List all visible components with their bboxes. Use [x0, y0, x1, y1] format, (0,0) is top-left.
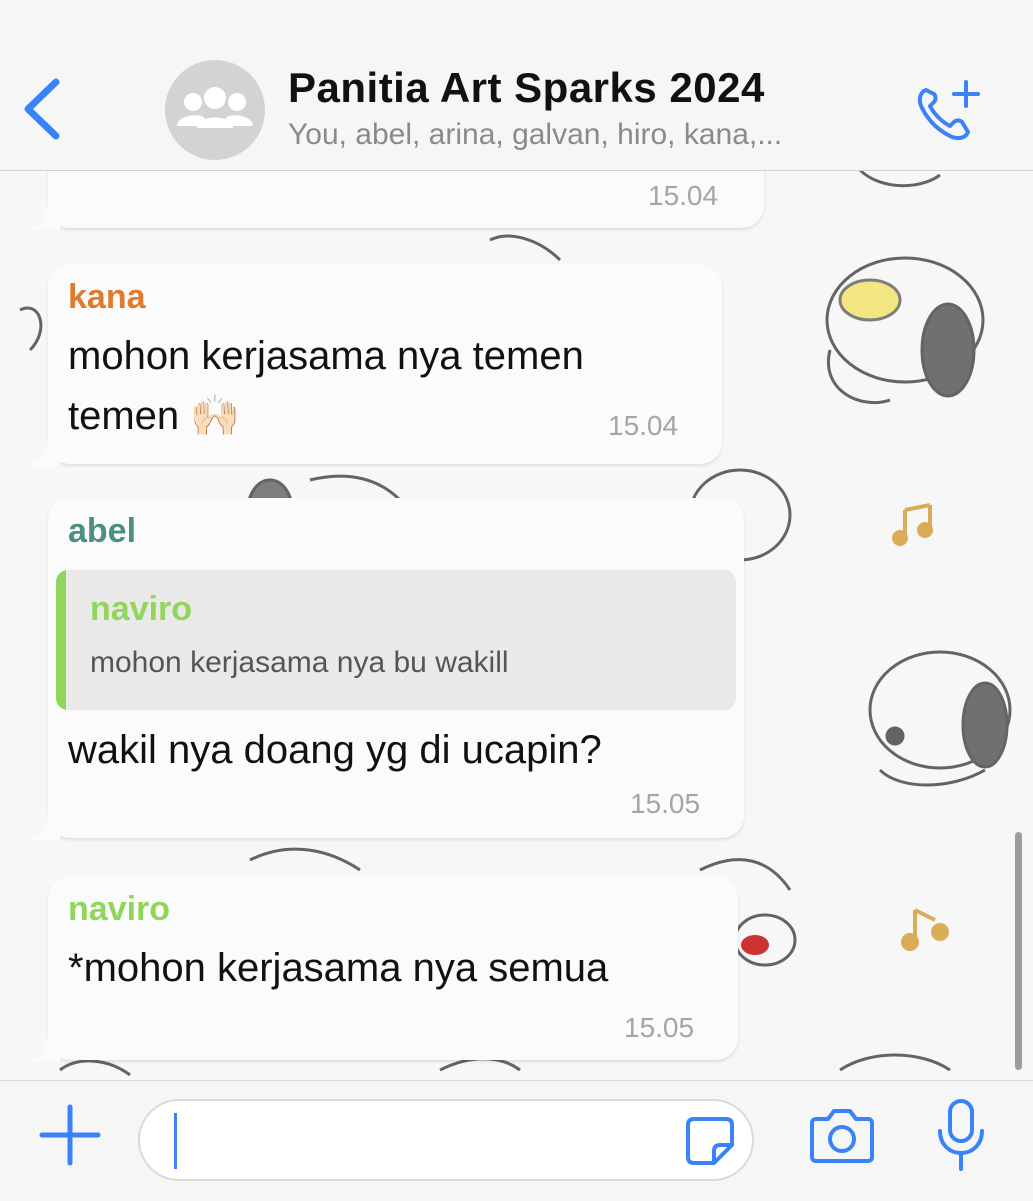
message-text: wakil nya doang yg di ucapin?: [68, 728, 602, 772]
bubble-tail: [26, 200, 60, 230]
message-list[interactable]: 15.04 kana mohon kerjasama nya temen tem…: [0, 170, 1033, 1080]
group-avatar-icon: [177, 87, 253, 128]
text-caret: [174, 1113, 177, 1169]
quoted-sender: naviro: [90, 590, 193, 628]
quote-accent-bar: [56, 570, 66, 710]
composer-bar: [0, 1080, 1033, 1201]
message-bubble[interactable]: kana mohon kerjasama nya temen temen 🙌🏻 …: [26, 264, 722, 466]
message-time: 15.04: [648, 180, 719, 211]
camera-button[interactable]: [808, 1107, 876, 1165]
bubble-tail: [26, 810, 60, 840]
quoted-text: mohon kerjasama nya bu wakill: [90, 646, 509, 679]
message-input-container[interactable]: [138, 1099, 754, 1181]
sticker-button[interactable]: [684, 1115, 736, 1167]
message-sender[interactable]: abel: [68, 512, 136, 551]
bubble-tail: [26, 1032, 60, 1062]
chat-participants[interactable]: You, abel, arina, galvan, hiro, kana,...: [288, 118, 782, 152]
microphone-button[interactable]: [936, 1097, 986, 1173]
sticker-icon: [686, 1117, 734, 1165]
message-text: *mohon kerjasama nya semua: [68, 946, 609, 990]
message-sender[interactable]: kana: [68, 278, 146, 317]
add-call-icon: [917, 80, 980, 141]
message-time: 15.05: [624, 1012, 695, 1043]
message-bubble[interactable]: naviro *mohon kerjasama nya semua 15.05: [26, 876, 738, 1062]
add-call-button[interactable]: [912, 78, 982, 143]
chat-title[interactable]: Panitia Art Sparks 2024: [288, 64, 765, 112]
back-chevron-icon: [24, 78, 60, 140]
attach-button[interactable]: [38, 1103, 102, 1167]
quoted-message[interactable]: naviro mohon kerjasama nya bu wakill: [56, 570, 736, 710]
bubble-tail: [26, 436, 60, 466]
group-avatar[interactable]: [165, 60, 265, 160]
message-bubble[interactable]: abel naviro mohon kerjasama nya bu wakil…: [26, 498, 744, 840]
microphone-icon: [938, 1099, 984, 1171]
chat-scrollbar[interactable]: [1015, 832, 1022, 1070]
chat-header: Panitia Art Sparks 2024 You, abel, arina…: [0, 0, 1033, 171]
back-button[interactable]: [18, 78, 68, 140]
message-input[interactable]: [176, 1113, 660, 1169]
message-text-line: temen 🙌🏻: [68, 394, 241, 438]
message-time: 15.04: [608, 410, 679, 441]
message-text-line: mohon kerjasama nya temen: [68, 334, 584, 378]
plus-icon: [39, 1104, 101, 1166]
camera-icon: [810, 1109, 874, 1163]
message-sender[interactable]: naviro: [68, 890, 170, 929]
message-bubble[interactable]: 15.04: [26, 170, 764, 230]
message-time: 15.05: [630, 788, 701, 819]
